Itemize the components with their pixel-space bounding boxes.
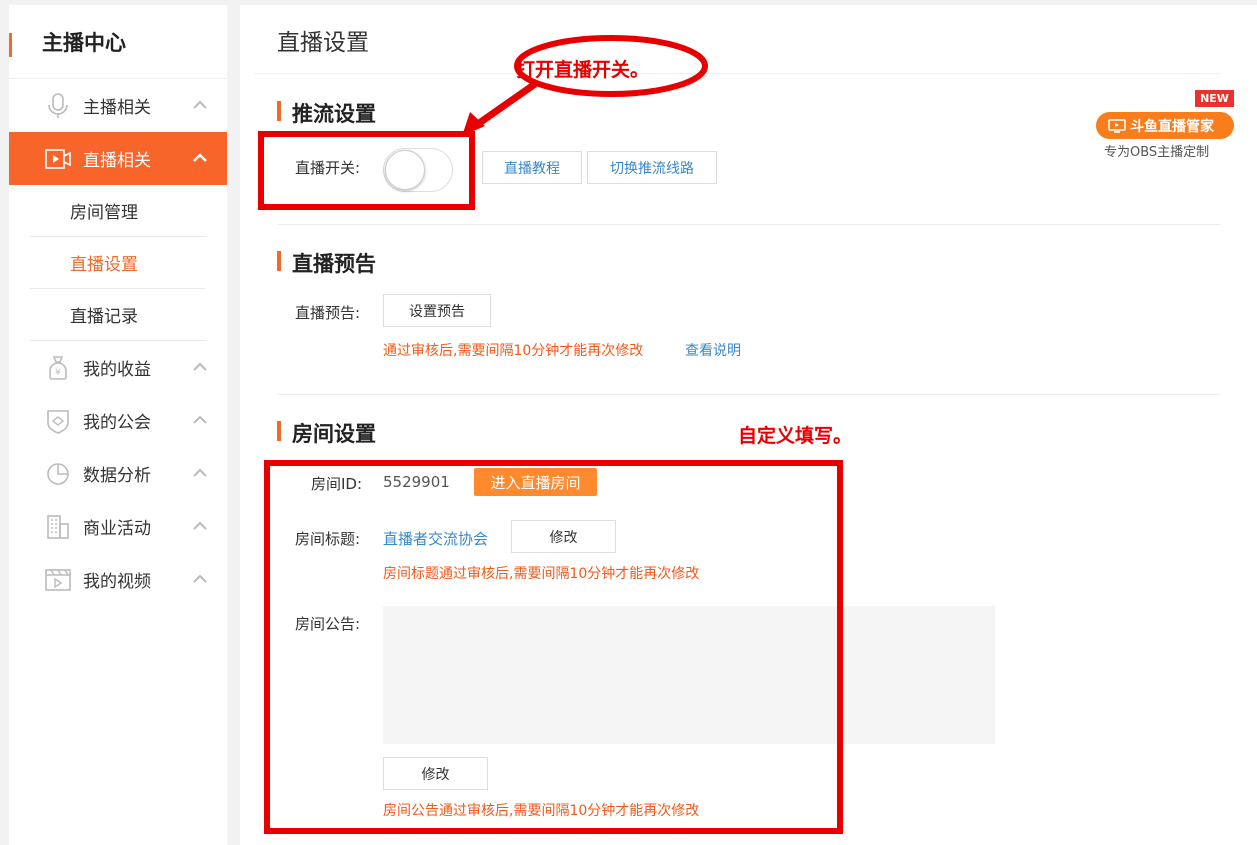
annotation-custom-note: 自定义填写。 [738,425,853,447]
annotation-arrow-shaft [472,81,538,129]
annotation-switch-note: 打开直播开关。 [516,59,650,81]
annotation-arrow-head [462,112,485,136]
annotation-arrow-overlay [462,35,708,136]
